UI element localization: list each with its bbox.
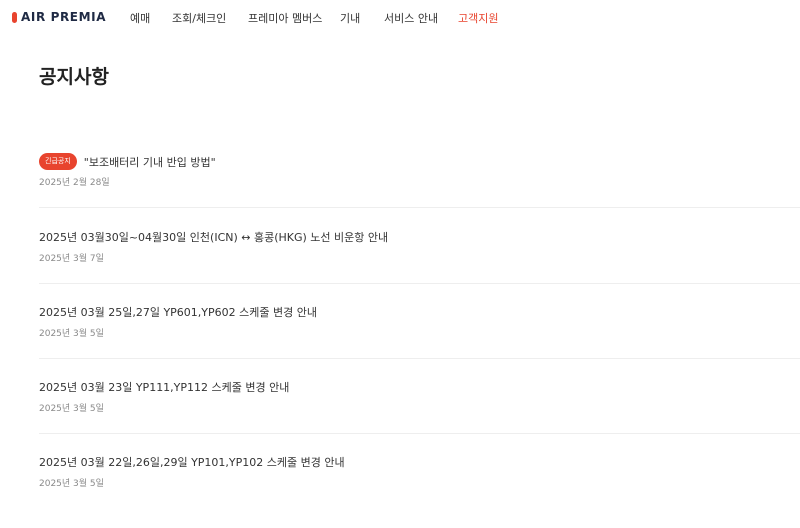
notice-date: 2025년 2월 28일: [39, 178, 110, 188]
notice-title-row: 2025년 03월30일~04월30일 인천(ICN) ↔ 홍콩(HKG) 노선…: [39, 229, 388, 245]
notice-item[interactable]: 2025년 03월 23일 YP111,YP112 스케줄 변경 안내 2025…: [39, 379, 800, 453]
notice-title[interactable]: 2025년 03월30일~04월30일 인천(ICN) ↔ 홍콩(HKG) 노선…: [39, 229, 388, 245]
notice-item[interactable]: 2025년 03월 25일,27일 YP601,YP602 스케줄 변경 안내 …: [39, 304, 800, 378]
notice-title-row: 2025년 03월 22일,26일,29일 YP101,YP102 스케줄 변경…: [39, 454, 345, 470]
nav-item-service-info[interactable]: 서비스 안내: [384, 10, 438, 26]
notice-title[interactable]: 2025년 03월 25일,27일 YP601,YP602 스케줄 변경 안내: [39, 304, 317, 320]
top-navigation-bar: AIR PREMIA 예매 조회/체크인 프레미아 멤버스 기내 서비스 안내 …: [0, 0, 800, 36]
notice-title[interactable]: 2025년 03월 23일 YP111,YP112 스케줄 변경 안내: [39, 379, 289, 395]
logo-text: AIR PREMIA: [21, 10, 107, 24]
notice-divider: [39, 207, 800, 208]
nav-item-lookup-checkin[interactable]: 조회/체크인: [172, 10, 226, 26]
nav-item-premia-members[interactable]: 프레미아 멤버스: [248, 10, 322, 26]
notice-title[interactable]: 2025년 03월 22일,26일,29일 YP101,YP102 스케줄 변경…: [39, 454, 345, 470]
notice-title-row: 2025년 03월 25일,27일 YP601,YP602 스케줄 변경 안내: [39, 304, 317, 320]
air-premia-logo[interactable]: AIR PREMIA: [12, 10, 106, 24]
nav-item-booking[interactable]: 예매: [130, 10, 150, 26]
notice-date: 2025년 3월 5일: [39, 404, 104, 414]
nav-item-customer-support[interactable]: 고객지원: [458, 10, 498, 26]
urgent-notice-badge: 긴급공지: [39, 153, 77, 170]
notice-title-row: 2025년 03월 23일 YP111,YP112 스케줄 변경 안내: [39, 379, 289, 395]
notice-divider: [39, 433, 800, 434]
notice-divider: [39, 358, 800, 359]
notice-title-row: 긴급공지 "보조배터리 기내 반입 방법": [39, 153, 216, 170]
notice-item[interactable]: 긴급공지 "보조배터리 기내 반입 방법" 2025년 2월 28일: [39, 153, 800, 227]
notice-item[interactable]: 2025년 03월30일~04월30일 인천(ICN) ↔ 홍콩(HKG) 노선…: [39, 229, 800, 303]
page-title: 공지사항: [39, 66, 109, 88]
logo-mark-icon: [12, 11, 17, 23]
notice-item[interactable]: 2025년 03월 22일,26일,29일 YP101,YP102 스케줄 변경…: [39, 454, 800, 528]
nav-item-inflight[interactable]: 기내: [340, 10, 360, 26]
notice-divider: [39, 283, 800, 284]
notice-date: 2025년 3월 5일: [39, 479, 104, 489]
notice-date: 2025년 3월 5일: [39, 329, 104, 339]
notice-title[interactable]: "보조배터리 기내 반입 방법": [84, 154, 216, 170]
notice-date: 2025년 3월 7일: [39, 254, 104, 264]
